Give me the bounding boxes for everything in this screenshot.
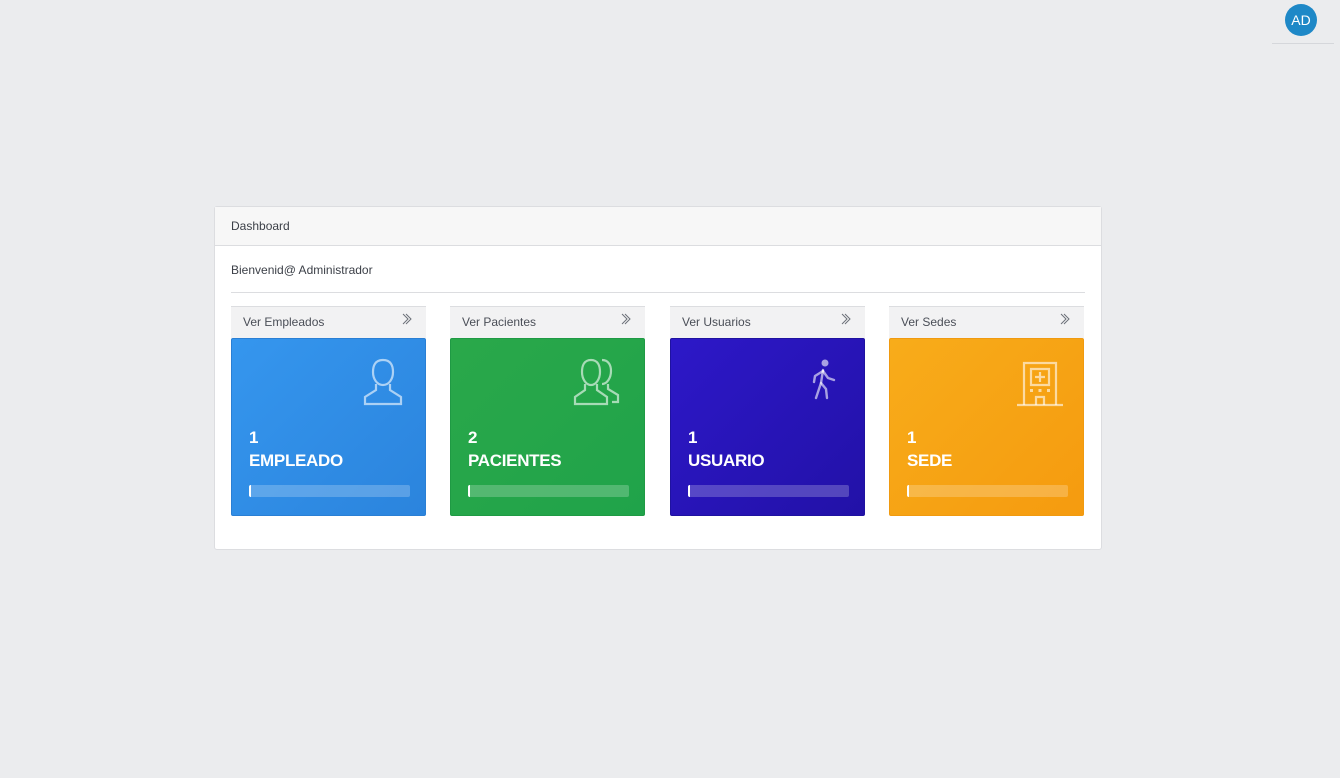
ver-pacientes-link[interactable]: Ver Pacientes (450, 306, 645, 338)
card-link-label: Ver Empleados (243, 315, 325, 329)
ver-sedes-link[interactable]: Ver Sedes (889, 306, 1084, 338)
card-link-label: Ver Sedes (901, 315, 957, 329)
walking-person-icon (810, 359, 838, 406)
progress-bar (907, 485, 1068, 497)
card-label: EMPLEADO (249, 451, 343, 470)
card-count: 1 (249, 428, 259, 447)
progress-fill (688, 485, 690, 497)
card-body: 2 PACIENTES (450, 338, 645, 516)
divider (231, 292, 1085, 293)
ver-empleados-link[interactable]: Ver Empleados (231, 306, 426, 338)
card-body: 1 EMPLEADO (231, 338, 426, 516)
progress-bar (468, 485, 629, 497)
card-link-label: Ver Pacientes (462, 315, 537, 329)
chevron-right-icon (621, 305, 631, 336)
panel-title: Dashboard (215, 207, 1101, 246)
card-body: 1 USUARIO (670, 338, 865, 516)
top-bar: AD (0, 0, 1340, 44)
chevron-right-icon (841, 305, 851, 336)
chevron-right-icon (1060, 305, 1070, 336)
card-link-label: Ver Usuarios (682, 315, 751, 329)
card-pacientes: Ver Pacientes 2 PACIENTES (450, 306, 645, 516)
ver-usuarios-link[interactable]: Ver Usuarios (670, 306, 865, 338)
progress-fill (907, 485, 909, 497)
card-count: 2 (468, 428, 478, 447)
chevron-right-icon (402, 305, 412, 336)
progress-bar (688, 485, 849, 497)
avatar[interactable]: AD (1285, 4, 1317, 36)
card-body: 1 SEDE (889, 338, 1084, 516)
progress-bar (249, 485, 410, 497)
user-menu: AD (1272, 0, 1334, 44)
card-label: SEDE (907, 451, 953, 470)
welcome-message: Bienvenid@ Administrador (231, 263, 373, 277)
hospital-icon (1015, 357, 1065, 412)
card-label: PACIENTES (468, 451, 562, 470)
card-usuarios: Ver Usuarios 1 USUARIO (670, 306, 865, 516)
card-count: 1 (688, 428, 698, 447)
card-label: USUARIO (688, 451, 765, 470)
progress-fill (249, 485, 251, 497)
dashboard-panel: Dashboard Bienvenid@ Administrador Ver E… (214, 206, 1102, 550)
user-icon (361, 357, 405, 412)
users-icon (572, 357, 624, 412)
card-empleados: Ver Empleados 1 EMPLEADO (231, 306, 426, 516)
progress-fill (468, 485, 470, 497)
card-count: 1 (907, 428, 917, 447)
card-sedes: Ver Sedes 1 SEDE (889, 306, 1084, 516)
